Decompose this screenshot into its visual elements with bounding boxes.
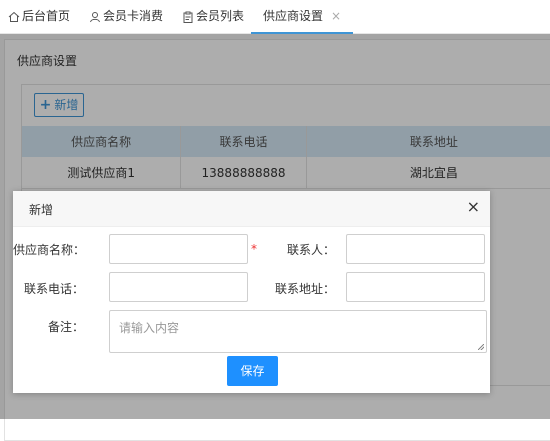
resize-handle-icon[interactable] [478, 344, 484, 350]
tab-home[interactable]: 后台首页 [8, 0, 70, 33]
remark-label: 备注： [47, 320, 84, 334]
add-supplier-dialog: 新增 × 供应商名称： * 联系人： 联系电话： 联系地址： 备注： 请输入内容… [13, 191, 490, 393]
clipboard-icon [183, 11, 193, 23]
tab-member-list[interactable]: 会员列表 [182, 0, 244, 33]
address-label: 联系地址： [274, 282, 335, 296]
contact-person-label: 联系人： [286, 243, 335, 257]
tab-supplier-settings-label: 供应商设置 [263, 9, 324, 23]
tab-bar: 后台首页 会员卡消费 会员列表 供应商设置 × [0, 0, 550, 34]
supplier-name-input[interactable] [109, 234, 248, 264]
tab-supplier-settings[interactable]: 供应商设置 × [251, 0, 354, 34]
close-icon[interactable]: × [467, 199, 480, 215]
tab-member-card[interactable]: 会员卡消费 [89, 0, 163, 33]
remark-textarea[interactable]: 请输入内容 [109, 310, 487, 353]
dialog-header: 新增 × [13, 191, 490, 227]
supplier-name-label: 供应商名称： [13, 243, 86, 257]
save-button[interactable]: 保存 [227, 356, 278, 386]
home-icon [8, 11, 20, 22]
phone-label: 联系电话： [23, 282, 84, 296]
tab-home-label: 后台首页 [22, 9, 71, 23]
phone-input[interactable] [109, 272, 248, 302]
tab-member-card-label: 会员卡消费 [103, 9, 164, 23]
close-icon[interactable]: × [331, 9, 341, 23]
remark-placeholder: 请输入内容 [119, 321, 180, 335]
required-marker: * [251, 242, 257, 256]
user-icon [90, 11, 100, 22]
contact-person-input[interactable] [346, 234, 485, 264]
dialog-title: 新增 [29, 203, 54, 217]
tab-member-list-label: 会员列表 [196, 9, 245, 23]
address-input[interactable] [346, 272, 485, 302]
